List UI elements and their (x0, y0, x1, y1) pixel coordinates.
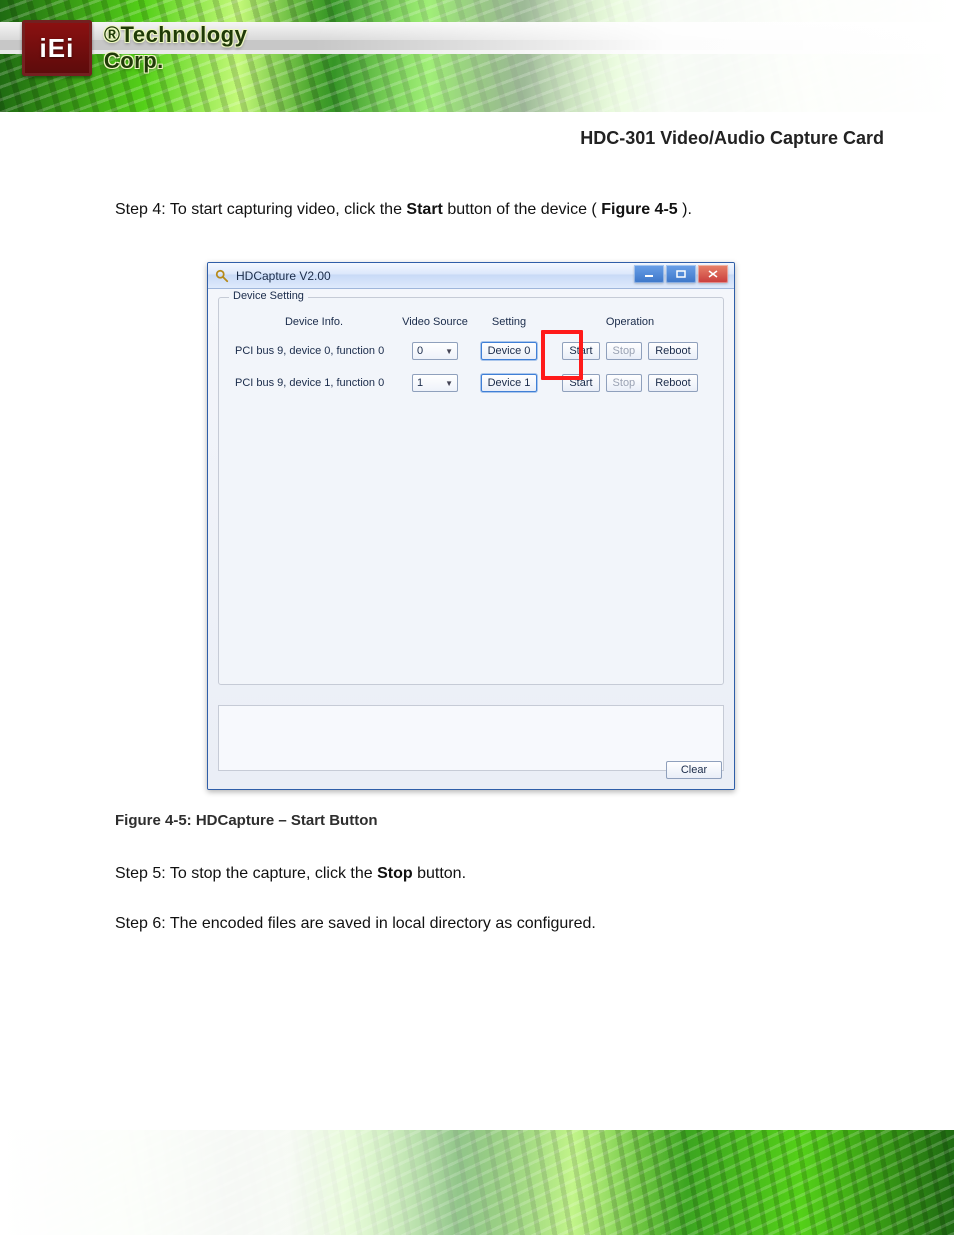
col-operation: Operation (547, 316, 713, 328)
device-row: PCI bus 9, device 0, function 0 0 ▼ Devi… (229, 342, 713, 360)
logo-tile: iEi (22, 20, 92, 76)
dropdown-value: 0 (417, 345, 423, 357)
close-button[interactable] (698, 265, 728, 283)
group-label: Device Setting (229, 290, 308, 302)
step-4-figref: Figure 4-5 (601, 201, 677, 218)
step-5-text: Step 5: To stop the capture, click the S… (115, 862, 839, 886)
step-5-bold: Stop (377, 865, 413, 882)
minimize-button[interactable] (634, 265, 664, 283)
device-setting-button-0[interactable]: Device 0 (481, 342, 538, 360)
step-4-body2: button of the device ( (447, 201, 596, 218)
footer-banner (0, 1130, 954, 1235)
step-4-bold: Start (406, 201, 442, 218)
device-info-1: PCI bus 9, device 1, function 0 (229, 377, 399, 389)
reboot-button-1[interactable]: Reboot (648, 374, 697, 392)
col-device-info: Device Info. (229, 316, 399, 328)
column-headers: Device Info. Video Source Setting Operat… (229, 316, 713, 328)
log-output (218, 705, 724, 771)
maximize-button[interactable] (666, 265, 696, 283)
app-icon (214, 268, 230, 284)
step-5-body: To stop the capture, click the (170, 865, 377, 882)
window-controls (634, 268, 728, 283)
figure-caption: Figure 4-5: HDCapture – Start Button (115, 812, 378, 829)
logo-text: ®Technology Corp. (104, 22, 302, 74)
video-source-dropdown-0[interactable]: 0 ▼ (412, 342, 458, 360)
start-button-1[interactable]: Start (562, 374, 599, 392)
device-info-0: PCI bus 9, device 0, function 0 (229, 345, 399, 357)
window-client: Device Setting Device Info. Video Source… (208, 289, 734, 789)
stop-button-1[interactable]: Stop (606, 374, 643, 392)
step-6-text: Step 6: The encoded files are saved in l… (115, 912, 839, 936)
clear-button[interactable]: Clear (666, 761, 722, 779)
device-setting-button-1[interactable]: Device 1 (481, 374, 538, 392)
page-title: HDC-301 Video/Audio Capture Card (538, 128, 884, 149)
step-4-text: Step 4: To start capturing video, click … (115, 198, 839, 222)
col-video-source: Video Source (399, 316, 471, 328)
step-5-label: Step 5: (115, 865, 170, 882)
video-source-dropdown-1[interactable]: 1 ▼ (412, 374, 458, 392)
start-button-0[interactable]: Start (562, 342, 599, 360)
step-4-body: To start capturing video, click the (170, 201, 407, 218)
step-5-body2: button. (417, 865, 466, 882)
app-window: HDCapture V2.00 Device Setting Device In… (207, 262, 735, 790)
titlebar: HDCapture V2.00 (208, 263, 734, 289)
stop-button-0[interactable]: Stop (606, 342, 643, 360)
device-setting-group: Device Setting Device Info. Video Source… (218, 297, 724, 685)
dropdown-value: 1 (417, 377, 423, 389)
logo: iEi ®Technology Corp. (22, 18, 302, 78)
chevron-down-icon: ▼ (445, 347, 453, 356)
chevron-down-icon: ▼ (445, 379, 453, 388)
col-setting: Setting (471, 316, 547, 328)
device-row: PCI bus 9, device 1, function 0 1 ▼ Devi… (229, 374, 713, 392)
step-4-body3: ). (682, 201, 692, 218)
step-4-label: Step 4: (115, 201, 170, 218)
window-title: HDCapture V2.00 (236, 269, 628, 283)
reboot-button-0[interactable]: Reboot (648, 342, 697, 360)
